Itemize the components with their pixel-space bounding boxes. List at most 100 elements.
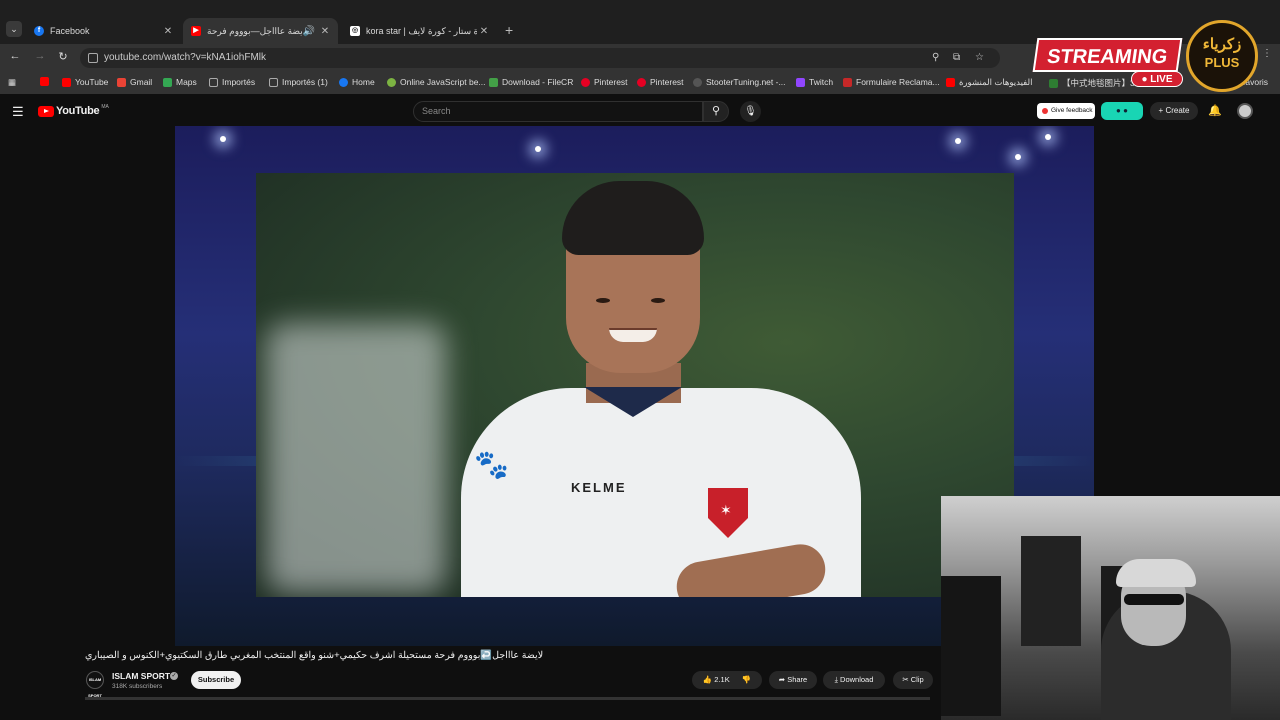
search-button[interactable]: ⚲ [703, 101, 729, 122]
search-icon: ⚲ [711, 105, 721, 117]
share-label: Share [787, 675, 808, 684]
channel-avatar[interactable]: ISLAM SPORT [86, 671, 104, 698]
bookmark-folder[interactable]: Importés (1) [269, 77, 328, 87]
bookmark-label: Importés [222, 77, 256, 87]
thumbs-down-icon[interactable]: 👎 [742, 675, 751, 684]
form-icon [843, 77, 852, 87]
download-label: Download [840, 675, 874, 684]
bookmarks-bar: ▦ YouTube Gmail Maps Importés Importés (… [0, 72, 1280, 94]
facebook-icon [339, 77, 348, 87]
youtube-icon: ▶ [191, 26, 201, 36]
carpet-icon [1049, 78, 1058, 88]
bookmark-item[interactable]: YouTube [62, 77, 108, 87]
menu-hamburger-icon[interactable]: ☰ [12, 104, 24, 120]
streamer-webcam [941, 496, 1280, 720]
bookmark-label: Formulaire Reclama... [856, 77, 940, 87]
bookmark-label: Pinterest [594, 77, 628, 87]
like-button[interactable]: 👍 2.1K 👎 [692, 671, 762, 689]
country-code: MA [101, 104, 109, 110]
blurred-goalpost [266, 323, 446, 593]
pinterest-icon [581, 77, 590, 87]
tab-youtube-video[interactable]: ▶ لايضة عاااجل—بوووم فرحة ... 🔊 ✕ [183, 18, 338, 44]
site-info-icon[interactable] [88, 53, 98, 63]
extension-button[interactable]: ● ● [1101, 102, 1143, 120]
forward-icon[interactable]: → [33, 50, 47, 62]
badge-english-text: PLUS [1204, 55, 1240, 70]
bookmark-item[interactable]: Twitch [796, 77, 833, 87]
eye [651, 298, 665, 303]
youtube-icon [62, 77, 71, 87]
speaker-icon[interactable]: 🔊 [302, 26, 316, 37]
kora-star-icon: ◎ [350, 26, 360, 36]
bookmark-youtube-shortcut[interactable] [40, 77, 53, 86]
stadium-light [955, 138, 961, 144]
verified-check-icon: ✓ [170, 672, 178, 680]
shirt-brand-text: KELME [571, 480, 627, 495]
bookmark-item[interactable]: Home [339, 77, 375, 87]
bookmark-folder[interactable]: Importés [209, 77, 255, 87]
bookmark-label: StooterTuning.net -... [706, 77, 786, 87]
bookmark-label: YouTube [75, 77, 109, 87]
scissors-icon: ✂ [902, 675, 909, 684]
stooter-icon [693, 77, 702, 87]
tab-title: لايضة عاااجل—بوووم فرحة ... [207, 25, 302, 36]
eye [596, 298, 610, 303]
back-icon[interactable]: ← [8, 50, 22, 62]
bookmark-item[interactable]: Maps [163, 77, 197, 87]
channel-plus-badge: زكرياء PLUS [1186, 20, 1258, 92]
monitor [941, 576, 1001, 716]
create-button[interactable]: + Create [1150, 102, 1198, 120]
search-input[interactable]: Search [413, 101, 703, 122]
bookmark-item[interactable]: Formulaire Reclama... [843, 77, 940, 87]
bookmark-item[interactable]: Download - FileCR [489, 77, 573, 87]
menu-icon[interactable]: ⋮ [1262, 48, 1272, 59]
bookmark-item[interactable]: StooterTuning.net -... [693, 77, 786, 87]
bookmark-label: Maps [176, 77, 197, 87]
subscribe-button[interactable]: Subscribe [191, 671, 241, 689]
bookmark-item[interactable]: Pinterest [637, 77, 684, 87]
bookmark-label: Gmail [130, 77, 153, 87]
clip-button[interactable]: ✂ Clip [893, 671, 933, 689]
address-bar[interactable]: youtube.com/watch?v=kNA1iohFMlk [80, 48, 1000, 68]
coach-hair [562, 181, 704, 255]
bookmark-item[interactable]: Online JavaScript be... [387, 77, 486, 87]
stadium-light [535, 146, 541, 152]
tab-facebook[interactable]: f Facebook ✕ [26, 18, 181, 44]
youtube-icon [946, 78, 955, 87]
close-tab-icon[interactable]: ✕ [318, 26, 332, 37]
give-feedback-button[interactable]: Give feedback [1037, 103, 1095, 119]
stadium-light [1015, 154, 1021, 160]
bookmark-label: Pinterest [650, 77, 684, 87]
reload-icon[interactable]: ↻ [56, 50, 70, 63]
download-button[interactable]: ⤓ Download [823, 671, 885, 689]
stadium-light [1045, 134, 1051, 140]
clip-label: Clip [910, 675, 924, 684]
tab-title: Facebook [50, 26, 90, 36]
voice-search-button[interactable]: 🎙 [740, 101, 761, 122]
channel-name[interactable]: ISLAM SPORT [112, 671, 170, 681]
zoom-icon[interactable]: ⚲ [932, 52, 939, 63]
notifications-bell-icon[interactable]: 🔔 [1208, 104, 1222, 117]
avatar[interactable] [1237, 103, 1253, 119]
new-tab-icon[interactable]: + [505, 22, 513, 38]
close-tab-icon[interactable]: ✕ [477, 26, 491, 37]
bookmark-label: Download - FileCR [502, 77, 574, 87]
scroll-indicator [85, 697, 930, 700]
tab-title: kora star | كورة ستار - كورة لايف [366, 25, 477, 36]
apps-icon[interactable]: ▦ [8, 77, 16, 88]
bookmark-item[interactable]: Gmail [117, 77, 152, 87]
gmail-icon [117, 77, 126, 87]
subscriber-count: 318K subscribers [112, 683, 163, 690]
share-button[interactable]: ➦ Share [769, 671, 817, 689]
install-icon[interactable]: ⧉ [953, 52, 960, 63]
tab-kora-star[interactable]: ◎ kora star | كورة ستار - كورة لايف ✕ [342, 18, 497, 44]
bookmark-item[interactable]: الفيديوهات المنشورة [946, 77, 1032, 88]
bookmark-star-icon[interactable]: ☆ [975, 52, 984, 63]
close-tab-icon[interactable]: ✕ [161, 26, 175, 37]
youtube-logo[interactable]: YouTube MA [38, 104, 109, 117]
tab-search-icon[interactable]: ⌄ [6, 21, 22, 37]
pc-tower [1021, 536, 1081, 646]
feedback-label: Give feedback [1051, 107, 1093, 114]
bookmark-item[interactable]: Pinterest [581, 77, 628, 87]
stadium-light [220, 136, 226, 142]
